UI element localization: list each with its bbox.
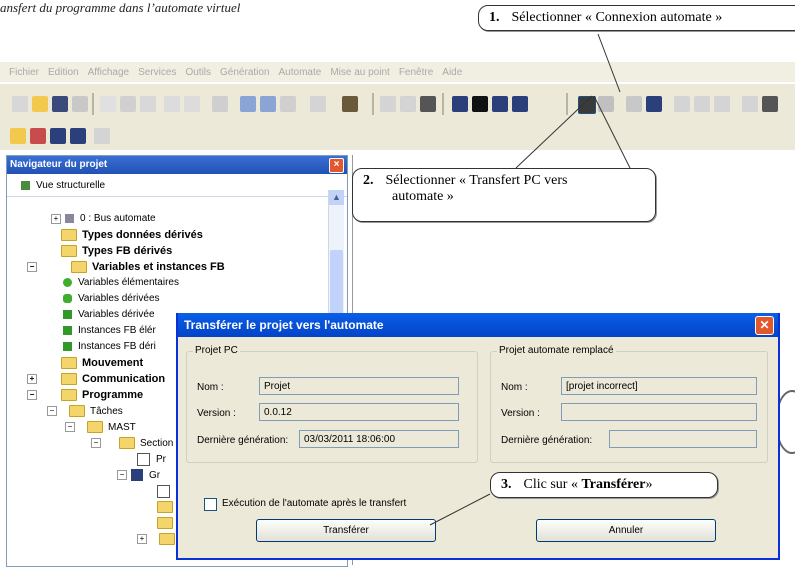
callout-arrows <box>429 33 631 526</box>
